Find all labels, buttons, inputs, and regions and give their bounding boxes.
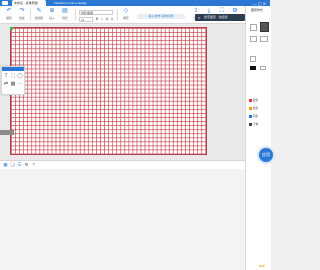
drawing-grid[interactable] (10, 27, 207, 155)
insert-button[interactable]: ⊕ 插入 (46, 8, 58, 21)
font-family-select[interactable]: 微软雅黑 (79, 10, 113, 15)
empty-region (0, 169, 245, 270)
table-tool-icon[interactable]: ▦ (10, 81, 16, 87)
style-swatch-dark[interactable] (260, 22, 269, 32)
toolbar-divider (117, 9, 118, 20)
search-popup[interactable]: ⌕ 搜索图形 · 快捷键 (195, 14, 245, 21)
property-line-label: 线条 (253, 107, 259, 110)
property-line[interactable]: 线条 (249, 106, 258, 110)
redo-icon: ↷ (19, 8, 25, 14)
underline-icon[interactable]: U (105, 17, 109, 21)
rectangle-tool-icon[interactable]: ⬚ (10, 73, 16, 79)
floating-toolbox: T ⬚ ◯ ⇄ ▦ ⋯ (1, 66, 25, 95)
undo-icon: ↶ (6, 8, 12, 14)
font-color-icon[interactable]: A (110, 17, 114, 21)
font-swatch-icon (249, 122, 252, 126)
search-input[interactable]: 搜索图形 · 快捷键 (204, 14, 228, 21)
toolbar-divider (75, 9, 76, 20)
style-label: 样式 (62, 17, 68, 20)
redo-button[interactable]: ↷ 恢复 (16, 8, 28, 21)
toolbar-divider (30, 9, 31, 20)
style-swatch-black[interactable] (250, 66, 256, 70)
help-icon[interactable]: ? (31, 162, 36, 167)
style-swatch-plain[interactable] (260, 36, 268, 42)
style-button[interactable]: ▤ 样式 (59, 8, 71, 21)
property-shadow[interactable]: 阴影 (249, 114, 258, 118)
line-swatch-icon (249, 106, 252, 110)
style-swatch-outline[interactable] (250, 36, 257, 42)
insert-label: 插入 (49, 17, 55, 20)
bold-icon[interactable]: B (95, 17, 99, 21)
grid-icon[interactable]: ▦ (3, 162, 8, 167)
shadow-swatch-icon (249, 114, 252, 118)
list-icon[interactable]: ☰ (17, 162, 22, 167)
font-size-select[interactable]: 12 (79, 17, 93, 22)
undo-label: 撤销 (6, 17, 12, 20)
property-font-label: 字体 (253, 123, 259, 126)
toolbox-header[interactable] (2, 67, 24, 71)
ellipse-tool-icon[interactable]: ◯ (17, 73, 23, 79)
panel-title: 图形样式 (251, 8, 264, 12)
layers-icon[interactable]: ❏ (10, 162, 15, 167)
format-painter-icon: ✎ (36, 8, 42, 14)
format-painter-label: 格式刷 (35, 17, 43, 20)
property-font[interactable]: 字体 (249, 122, 258, 126)
side-panel-handle[interactable] (0, 130, 14, 135)
style-swatch-white[interactable] (260, 66, 266, 70)
settings-icon[interactable]: ⚙ (24, 162, 29, 167)
italic-icon[interactable]: I (100, 17, 104, 21)
property-color-label: 颜色 (253, 99, 259, 102)
more-tools-icon[interactable]: ⋯ (17, 81, 23, 87)
format-painter-button[interactable]: ✎ 格式刷 (33, 8, 45, 21)
right-properties-panel: 图形样式 颜色 线条 阴影 字体 应用 Edit (245, 6, 273, 270)
insert-icon: ⊕ (49, 8, 55, 14)
apply-button[interactable]: 应用 (259, 148, 273, 162)
panel-footer: Edit (259, 264, 265, 268)
redo-label: 恢复 (19, 17, 25, 20)
color-swatch-icon (249, 98, 252, 102)
property-shadow-label: 阴影 (253, 115, 259, 118)
app-logo-icon (2, 1, 8, 5)
style-icon: ▤ (62, 8, 68, 14)
grid-origin-marker (10, 27, 13, 30)
shape-label: 图形 (123, 17, 129, 20)
style-swatch-light[interactable] (250, 24, 257, 31)
shape-icon: ◇ (123, 8, 129, 14)
text-tool-icon[interactable]: T (3, 73, 9, 79)
connector-tool-icon[interactable]: ⇄ (3, 81, 9, 87)
search-icon: ⌕ (198, 15, 201, 20)
property-color[interactable]: 颜色 (249, 98, 258, 102)
collaboration-banner[interactable]: 多人协作·实时同步 (137, 14, 185, 19)
style-swatch-box[interactable] (250, 56, 256, 62)
shape-button[interactable]: ◇ 图形 (120, 8, 132, 21)
undo-button[interactable]: ↶ 撤销 (3, 8, 15, 21)
bottom-bar: ▦ ❏ ☰ ⚙ ? (0, 160, 245, 169)
